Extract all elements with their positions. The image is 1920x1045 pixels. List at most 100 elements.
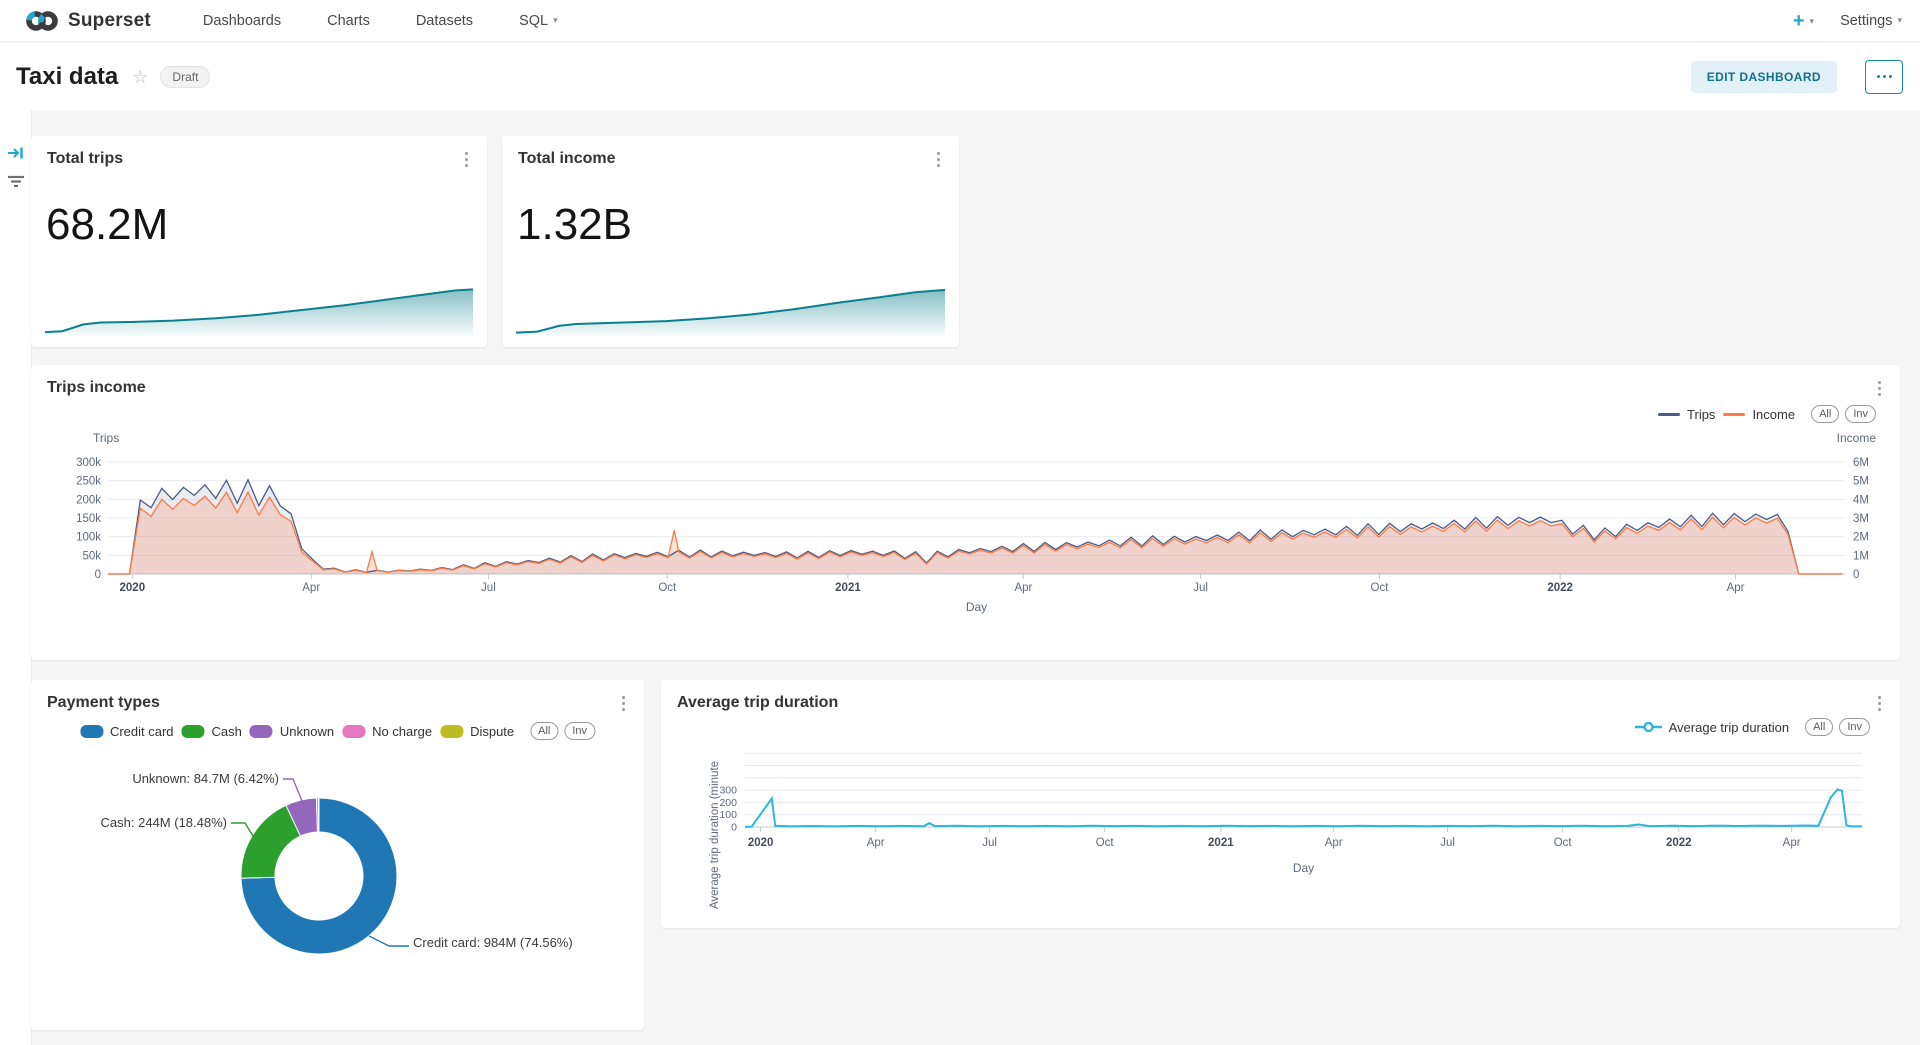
svg-text:Apr: Apr <box>1014 582 1032 594</box>
svg-text:100k: 100k <box>76 532 101 544</box>
chart-title: Average trip duration <box>677 694 838 712</box>
svg-text:Oct: Oct <box>1371 582 1390 594</box>
trips-line-swatch <box>1658 413 1680 416</box>
svg-text:300k: 300k <box>76 457 101 469</box>
chart-options-menu[interactable] <box>614 692 632 714</box>
income-line-swatch <box>1723 413 1745 416</box>
card-avg-trip-duration: Average trip duration Average trip durat… <box>661 680 1900 928</box>
svg-text:Credit card: 984M (74.56%): Credit card: 984M (74.56%) <box>413 935 573 950</box>
svg-text:Jul: Jul <box>1440 837 1455 849</box>
legend-item-avg-duration[interactable]: Average trip duration <box>1635 720 1789 735</box>
svg-text:2022: 2022 <box>1547 582 1573 594</box>
chevron-down-icon: ▾ <box>1810 17 1815 26</box>
card-total-trips: Total trips 68.2M <box>31 136 487 347</box>
dashboard-more-button[interactable] <box>1865 60 1903 94</box>
nav-item-dashboards[interactable]: Dashboards <box>203 13 281 29</box>
new-item-button[interactable]: +▾ <box>1793 11 1814 31</box>
chart-options-menu[interactable] <box>929 148 947 170</box>
svg-text:200k: 200k <box>76 494 101 506</box>
left-axis-title: Trips <box>93 431 119 445</box>
legend-item-credit-card[interactable]: Credit card <box>80 724 174 739</box>
svg-text:Oct: Oct <box>1554 837 1573 849</box>
pie-swatch <box>182 725 205 738</box>
right-axis-title: Income <box>1837 431 1876 445</box>
svg-text:100: 100 <box>719 809 737 821</box>
pie-swatch <box>342 725 365 738</box>
svg-text:4M: 4M <box>1853 494 1869 506</box>
nav-menu: Dashboards Charts Datasets SQL▾ <box>203 13 558 29</box>
svg-text:Jul: Jul <box>982 837 997 849</box>
big-number-value: 68.2M <box>46 200 168 250</box>
chart-options-menu[interactable] <box>1870 692 1888 714</box>
filter-bar-collapsed <box>0 110 32 1045</box>
chevron-down-icon: ▾ <box>1897 15 1902 26</box>
svg-text:Apr: Apr <box>1325 837 1343 849</box>
legend-item-dispute[interactable]: Dispute <box>440 724 514 739</box>
trips-income-chart: 300k6M250k5M200k4M150k3M100k2M50k1M00202… <box>31 365 1900 660</box>
chart-options-menu[interactable] <box>457 148 475 170</box>
nav-right: +▾ Settings▾ <box>1793 11 1920 31</box>
svg-text:2022: 2022 <box>1666 837 1692 849</box>
header-actions: EDIT DASHBOARD <box>1691 43 1903 110</box>
svg-text:Oct: Oct <box>658 582 677 594</box>
chart-title: Total income <box>518 150 616 168</box>
svg-text:0: 0 <box>731 822 737 834</box>
legend-item-income[interactable]: Income <box>1723 407 1795 422</box>
svg-text:2020: 2020 <box>748 837 774 849</box>
filter-icon[interactable] <box>7 174 25 193</box>
svg-text:2021: 2021 <box>835 582 861 594</box>
nav-item-datasets[interactable]: Datasets <box>416 13 473 29</box>
legend-all-button[interactable]: All <box>1805 718 1833 736</box>
payment-types-legend: Credit card Cash Unknown No charge Dispute Al… <box>80 722 595 740</box>
chart-options-menu[interactable] <box>1870 377 1888 399</box>
top-nav: Superset Dashboards Charts Datasets SQL▾… <box>0 0 1920 42</box>
legend-item-unknown[interactable]: Unknown <box>250 724 334 739</box>
big-number-value: 1.32B <box>517 200 632 250</box>
legend-inv-button[interactable]: Inv <box>564 722 595 740</box>
nav-item-sql[interactable]: SQL▾ <box>519 13 558 29</box>
svg-text:Cash: 244M (18.48%): Cash: 244M (18.48%) <box>101 815 227 830</box>
legend-all-button[interactable]: All <box>1811 405 1839 423</box>
svg-text:Jul: Jul <box>1193 582 1208 594</box>
svg-text:250k: 250k <box>76 476 101 488</box>
svg-text:Apr: Apr <box>1727 582 1745 594</box>
svg-text:50k: 50k <box>82 550 101 562</box>
svg-text:1M: 1M <box>1853 550 1869 562</box>
pie-swatch <box>80 725 103 738</box>
svg-text:Apr: Apr <box>302 582 320 594</box>
svg-text:Apr: Apr <box>867 837 885 849</box>
dashboard-header: Taxi data ☆ Draft EDIT DASHBOARD <box>0 43 1920 110</box>
svg-text:3M: 3M <box>1853 513 1869 525</box>
status-badge: Draft <box>160 66 210 88</box>
svg-text:2020: 2020 <box>120 582 146 594</box>
svg-text:0: 0 <box>1853 569 1859 581</box>
line-marker-icon <box>1635 722 1662 732</box>
svg-text:Jul: Jul <box>481 582 496 594</box>
svg-text:Apr: Apr <box>1783 837 1801 849</box>
svg-text:Day: Day <box>1293 861 1314 875</box>
svg-text:Oct: Oct <box>1096 837 1115 849</box>
legend-item-trips[interactable]: Trips <box>1658 407 1715 422</box>
svg-text:2M: 2M <box>1853 532 1869 544</box>
legend-inv-button[interactable]: Inv <box>1839 718 1870 736</box>
chart-title: Trips income <box>47 379 146 397</box>
chart-title: Payment types <box>47 694 160 712</box>
edit-dashboard-button[interactable]: EDIT DASHBOARD <box>1691 61 1837 93</box>
expand-filter-bar-icon[interactable] <box>7 146 25 165</box>
svg-text:Average trip duration (minute: Average trip duration (minute <box>709 761 721 909</box>
legend-inv-button[interactable]: Inv <box>1845 405 1876 423</box>
legend-item-cash[interactable]: Cash <box>182 724 242 739</box>
legend-item-no-charge[interactable]: No charge <box>342 724 432 739</box>
legend-all-button[interactable]: All <box>530 722 558 740</box>
svg-text:2021: 2021 <box>1208 837 1234 849</box>
brand-name: Superset <box>68 10 151 32</box>
svg-text:0: 0 <box>95 569 101 581</box>
superset-logo[interactable]: Superset <box>25 10 151 32</box>
svg-text:Unknown: 84.7M (6.42%): Unknown: 84.7M (6.42%) <box>132 771 279 786</box>
settings-menu[interactable]: Settings▾ <box>1840 13 1902 29</box>
favorite-star-icon[interactable]: ☆ <box>132 68 148 86</box>
pie-swatch <box>440 725 463 738</box>
infinity-logo-icon <box>25 10 59 32</box>
nav-item-charts[interactable]: Charts <box>327 13 370 29</box>
card-total-income: Total income 1.32B <box>502 136 959 347</box>
